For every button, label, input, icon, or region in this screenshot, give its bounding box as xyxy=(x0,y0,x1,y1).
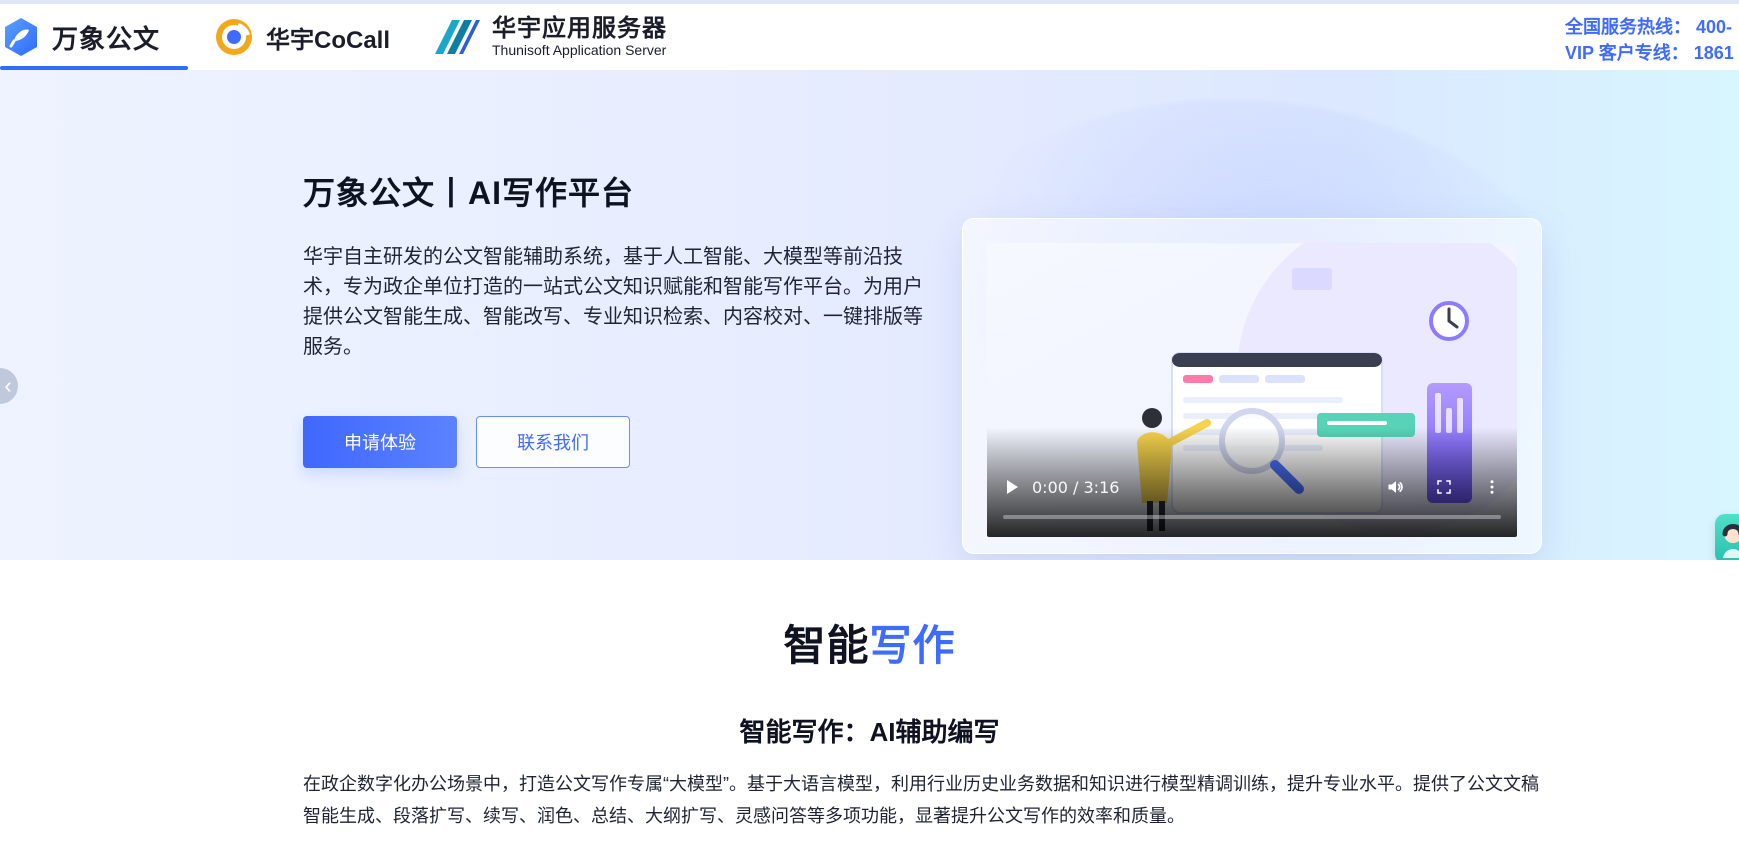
brand-cocall-tab[interactable]: 华宇CoCall xyxy=(212,4,390,70)
more-options-icon[interactable] xyxy=(1481,476,1503,498)
video-progress-bar[interactable] xyxy=(1003,515,1501,519)
section-heading: 智能写作 xyxy=(0,612,1739,673)
video-time: 0:00 / 3:16 xyxy=(1032,477,1120,497)
wanxiang-logo-icon xyxy=(5,18,37,56)
contact-us-button[interactable]: 联系我们 xyxy=(476,416,630,468)
section-heading-left: 智能 xyxy=(783,622,870,669)
brand-wanxiang-tab[interactable]: 万象公文 xyxy=(0,4,188,70)
service-hotline: 全国服务热线： 400- VIP 客户专线： 1861 xyxy=(1565,14,1739,66)
section-subheading: 智能写作：AI辅助编写 xyxy=(739,717,1000,747)
brand-wanxiang-label: 万象公文 xyxy=(52,23,161,54)
assistant-avatar-icon xyxy=(1722,524,1739,558)
hero-video-card: 0:00 / 3:16 xyxy=(962,218,1542,554)
product-video[interactable]: 0:00 / 3:16 xyxy=(987,243,1517,537)
section-heading-right: 写作 xyxy=(869,622,956,669)
site-header: 万象公文 华宇CoCall 华宇应用服务器 Thunisoft Applicat… xyxy=(0,4,1739,71)
hero-text: 万象公文丨AI写作平台 华宇自主研发的公文智能辅助系统，基于人工智能、大模型等前… xyxy=(303,168,933,362)
assistant-float-button[interactable] xyxy=(1715,514,1739,560)
brand-app-server-title: 华宇应用服务器 xyxy=(492,15,667,43)
chevron-left-icon: ‹ xyxy=(4,373,12,398)
brand-app-server-tab[interactable]: 华宇应用服务器 Thunisoft Application Server xyxy=(430,4,667,70)
brand-cocall-label: 华宇CoCall xyxy=(266,26,391,54)
video-controls: 0:00 / 3:16 xyxy=(987,427,1517,537)
hotline-national: 全国服务热线： 400- xyxy=(1565,17,1733,37)
hero-title: 万象公文丨AI写作平台 xyxy=(303,175,635,211)
app-server-text: 华宇应用服务器 Thunisoft Application Server xyxy=(492,16,667,58)
carousel-prev-button[interactable]: ‹ xyxy=(0,368,18,404)
video-controls-row: 0:00 / 3:16 xyxy=(1001,473,1503,501)
volume-icon[interactable] xyxy=(1385,476,1407,498)
apply-trial-button[interactable]: 申请体验 xyxy=(303,416,457,468)
app-server-logo-icon xyxy=(435,20,480,54)
hotline-vip: VIP 客户专线： 1861 xyxy=(1565,43,1734,63)
section-paragraph: 在政企数字化办公场景中，打造公文写作专属“大模型”。基于大语言模型，利用行业历史… xyxy=(303,774,1539,826)
brand-app-server-subtitle: Thunisoft Application Server xyxy=(492,42,667,59)
fullscreen-icon[interactable] xyxy=(1433,476,1455,498)
cocall-logo-icon xyxy=(216,19,252,55)
hero-banner: ‹ 万象公文丨AI写作平台 华宇自主研发的公文智能辅助系统，基于人工智能、大模型… xyxy=(0,70,1739,560)
play-icon[interactable] xyxy=(1007,480,1018,494)
hero-description: 华宇自主研发的公文智能辅助系统，基于人工智能、大模型等前沿技术，专为政企单位打造… xyxy=(303,246,923,358)
